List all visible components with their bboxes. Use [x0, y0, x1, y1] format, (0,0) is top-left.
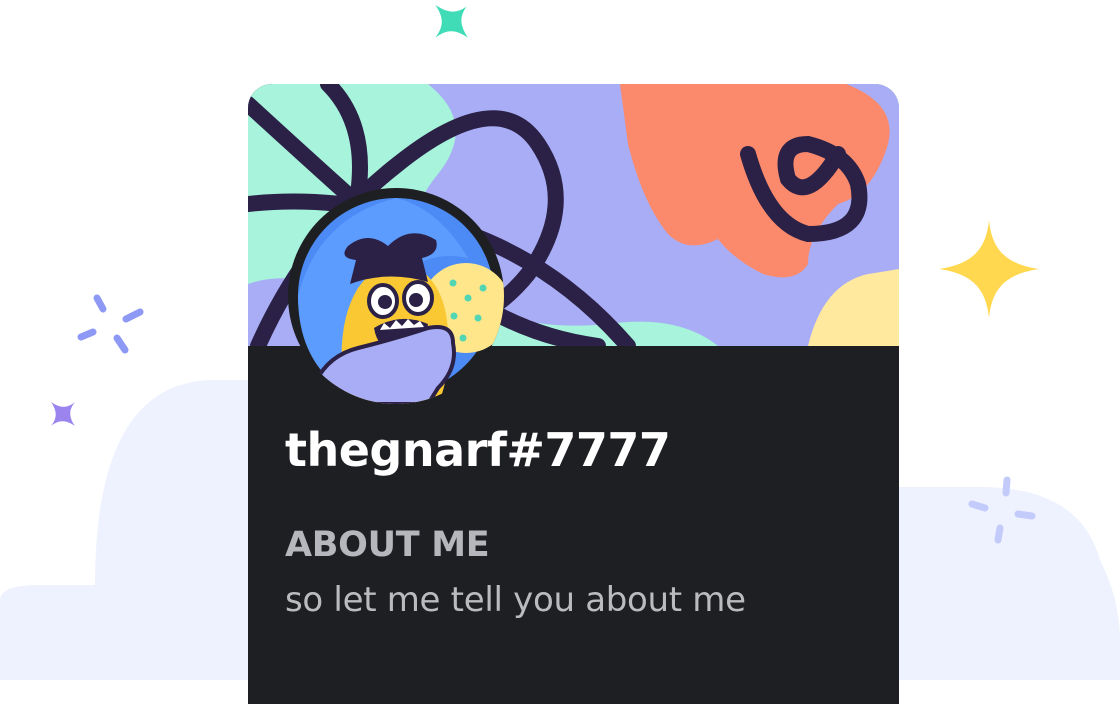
four-point-star-icon [435, 5, 468, 38]
four-point-star-icon [939, 220, 1039, 318]
sparkle-burst-icon [968, 476, 1036, 544]
four-point-star-icon [50, 401, 76, 427]
avatar-character-icon [298, 198, 504, 404]
sparkle-burst-icon [77, 294, 144, 354]
profile-card: thegnarf#7777 ABOUT ME so let me tell yo… [248, 84, 899, 704]
profile-illustration: thegnarf#7777 ABOUT ME so let me tell yo… [0, 0, 1120, 704]
username: thegnarf#7777 [285, 423, 671, 477]
about-me-text: so let me tell you about me [285, 580, 746, 620]
avatar[interactable] [288, 188, 504, 404]
cloud-shape [0, 380, 260, 680]
about-me-heading: ABOUT ME [285, 525, 490, 565]
